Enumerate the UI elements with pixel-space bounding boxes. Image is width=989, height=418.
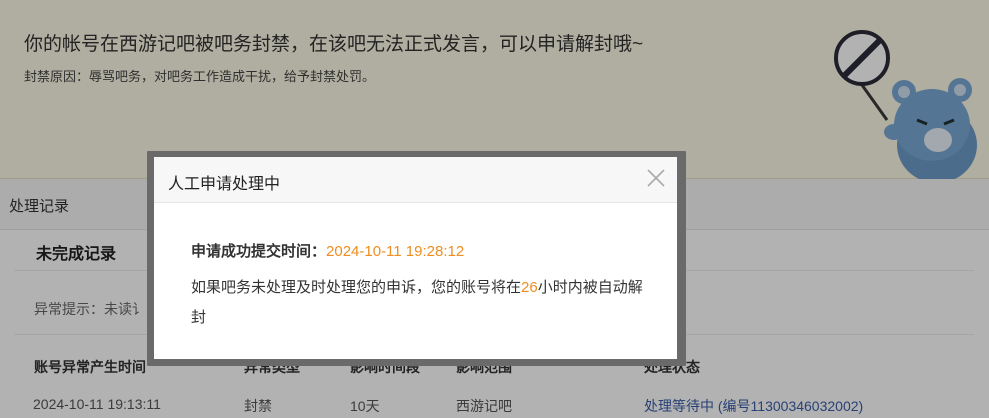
submit-time: 2024-10-11 19:28:12 — [326, 243, 465, 260]
submit-label: 申请成功提交时间： — [191, 243, 327, 260]
close-icon[interactable] — [645, 167, 667, 189]
modal-frame: 人工申请处理中 申请成功提交时间：2024-10-11 19:28:12 如果吧… — [147, 151, 686, 366]
dialog-header: 人工申请处理中 — [154, 157, 677, 203]
appeal-status-dialog: 人工申请处理中 申请成功提交时间：2024-10-11 19:28:12 如果吧… — [154, 157, 677, 359]
submit-time-row: 申请成功提交时间：2024-10-11 19:28:12 — [191, 240, 661, 261]
hours-value: 26 — [521, 279, 538, 296]
dialog-title: 人工申请处理中 — [168, 176, 281, 193]
desc-before: 如果吧务未处理及时处理您的申诉，您的账号将在 — [191, 279, 522, 296]
dialog-body: 申请成功提交时间：2024-10-11 19:28:12 如果吧务未处理及时处理… — [191, 240, 661, 333]
auto-unban-text: 如果吧务未处理及时处理您的申诉，您的账号将在26小时内被自动解封 — [191, 273, 651, 333]
